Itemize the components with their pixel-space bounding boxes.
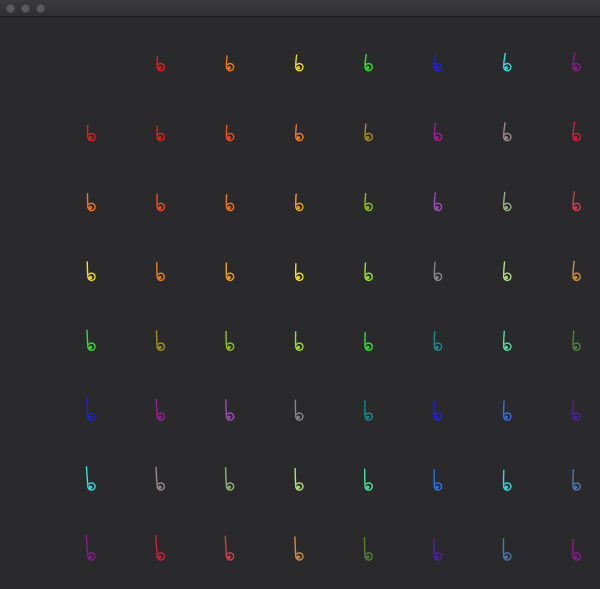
glyph-r3-c6 [502,261,512,282]
glyph-r7-c4 [363,536,373,561]
glyph-r1-c6 [502,122,512,142]
glyph-r0-c2 [225,55,235,72]
glyph-r2-c1 [156,193,166,212]
glyph-r5-c7 [572,399,581,421]
glyph-r0-c4 [364,53,373,72]
glyph-r0-c7 [572,52,581,72]
glyph-r3-c5 [433,261,443,282]
glyph-canvas [0,17,600,589]
glyph-r7-c6 [502,538,512,561]
glyph-r4-c2 [225,330,235,351]
glyph-r1-c7 [572,121,581,142]
glyph-r5-c5 [433,400,443,421]
glyph-r1-c4 [364,123,373,142]
glyph-r3-c2 [225,262,235,282]
glyph-r2-c0 [86,192,96,212]
glyph-r4-c0 [86,329,96,351]
glyph-r3-c4 [364,262,373,282]
glyph-r6-c5 [433,469,443,491]
glyph-r0-c1 [156,55,166,72]
glyph-r3-c7 [572,260,581,282]
glyph-r6-c2 [224,467,235,491]
zoom-window-button[interactable] [36,4,45,13]
glyph-r1-c3 [295,124,304,142]
glyph-r4-c7 [572,330,581,351]
glyph-r7-c0 [85,534,96,561]
glyph-r3-c0 [86,261,96,282]
glyph-r2-c3 [295,193,304,212]
glyph-r6-c0 [85,466,96,491]
glyph-r7-c2 [224,535,235,561]
glyph-r2-c2 [225,194,235,212]
glyph-grid [85,52,581,561]
glyph-r6-c1 [155,466,166,491]
glyph-r6-c7 [572,469,581,491]
glyph-r5-c6 [502,400,512,421]
glyph-r5-c3 [294,399,304,421]
glyph-r2-c7 [572,191,581,212]
glyph-r4-c6 [502,330,512,351]
glyph-r6-c6 [502,469,512,491]
glyph-r4-c4 [364,331,373,351]
glyph-r5-c4 [364,400,373,421]
app-window [0,0,600,589]
glyph-r6-c4 [364,468,373,491]
glyph-r5-c2 [225,399,235,421]
glyph-r7-c5 [433,537,443,561]
glyph-r6-c3 [294,467,304,491]
glyph-r1-c5 [433,122,443,142]
glyph-r3-c1 [156,261,166,282]
glyph-r4-c3 [294,331,304,351]
glyph-r0-c6 [503,52,512,72]
glyph-r4-c5 [433,331,443,351]
glyph-r2-c5 [433,192,443,212]
glyph-r0-c5 [433,53,443,72]
glyph-r2-c4 [364,192,373,212]
close-window-button[interactable] [6,4,15,13]
minimize-window-button[interactable] [21,4,30,13]
glyph-r0-c3 [295,54,304,72]
glyph-r7-c3 [294,536,304,561]
glyph-r1-c2 [225,124,235,142]
glyph-r4-c1 [155,330,166,351]
glyph-r5-c1 [155,398,166,421]
glyph-r2-c6 [502,191,512,212]
glyph-r1-c0 [86,124,96,142]
glyph-r3-c3 [294,263,304,282]
glyph-r1-c1 [156,125,166,142]
glyph-r7-c1 [155,535,166,561]
glyph-r7-c7 [572,538,581,561]
glyph-r5-c0 [86,397,96,421]
title-bar[interactable] [0,0,600,17]
